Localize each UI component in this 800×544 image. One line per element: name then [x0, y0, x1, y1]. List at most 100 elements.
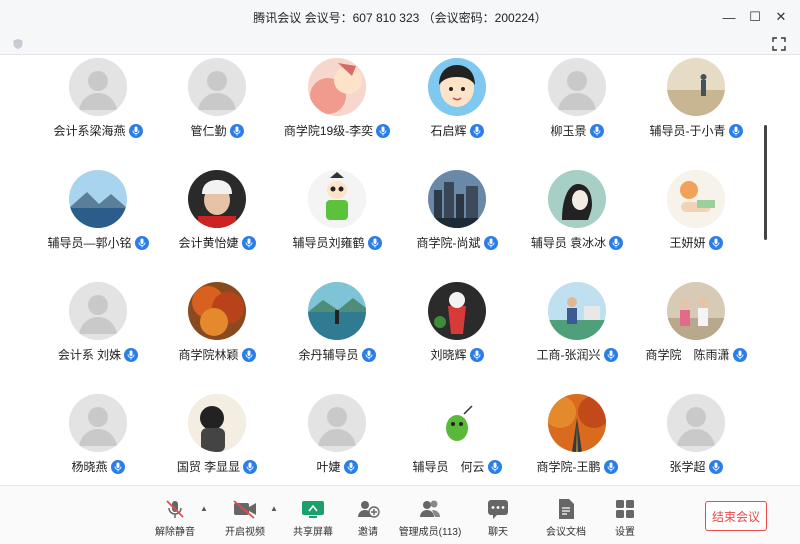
participant-avatar — [308, 394, 366, 452]
microphone-icon — [241, 235, 256, 250]
close-icon[interactable]: ✕ — [768, 4, 794, 30]
microphone-icon — [124, 347, 139, 362]
participant-tile[interactable]: 会计黄怡婕 — [162, 170, 272, 251]
participant-tile[interactable]: 会计系 刘姝 — [43, 282, 153, 363]
participant-name: 商学院-王鹏 — [536, 460, 601, 474]
participant-tile[interactable]: 张学超 — [641, 394, 751, 475]
participant-name: 辅导员-于小青 — [649, 124, 726, 138]
participant-tile[interactable]: 商学院-王鹏 — [522, 394, 632, 475]
participant-avatar — [428, 282, 486, 340]
participant-avatar — [188, 282, 246, 340]
participant-tile[interactable]: 王妍妍 — [641, 170, 751, 251]
participant-name: 王妍妍 — [669, 236, 706, 250]
participant-tile[interactable]: 柳玉景 — [522, 58, 632, 139]
participant-tile[interactable]: 商学院-尚斌 — [402, 170, 512, 251]
video-off-icon — [232, 498, 258, 520]
participant-name-row: 叶婕 — [282, 458, 392, 475]
participant-tile[interactable]: 辅导员刘雍鹤 — [282, 170, 392, 251]
participant-name-row: 刘晓辉 — [402, 346, 512, 363]
participant-name: 辅导员刘雍鹤 — [292, 236, 365, 250]
participant-tile[interactable]: 辅导员 何云 — [402, 394, 512, 475]
microphone-icon — [469, 123, 484, 138]
participant-name-row: 辅导员 袁冰冰 — [522, 234, 632, 251]
participant-tile[interactable]: 叶婕 — [282, 394, 392, 475]
participant-avatar — [428, 170, 486, 228]
meeting-documents-label: 会议文档 — [546, 527, 586, 538]
microphone-icon — [603, 459, 618, 474]
invite-button[interactable]: 邀请 — [333, 498, 403, 538]
scrollbar[interactable] — [764, 125, 767, 240]
microphone-icon — [343, 459, 358, 474]
manage-members-button[interactable]: 管理成员(113) — [395, 498, 465, 538]
document-icon — [553, 498, 579, 520]
participant-name-row: 张学超 — [641, 458, 751, 475]
microphone-icon — [708, 459, 723, 474]
participant-name: 工商-张润兴 — [536, 348, 601, 362]
participant-tile[interactable]: 商学院 陈雨潇 — [641, 282, 751, 363]
microphone-icon — [487, 459, 502, 474]
microphone-icon — [229, 123, 244, 138]
microphone-icon — [367, 235, 382, 250]
participant-tile[interactable]: 刘晓辉 — [402, 282, 512, 363]
participant-avatar — [548, 170, 606, 228]
participant-tile[interactable]: 杨晓燕 — [43, 394, 153, 475]
maximize-icon[interactable]: ☐ — [742, 4, 768, 30]
participant-name: 商学院林颖 — [178, 348, 239, 362]
participant-tile[interactable]: 工商-张润兴 — [522, 282, 632, 363]
start-video-label: 开启视频 — [225, 527, 265, 538]
participant-tile[interactable]: 商学院林颖 — [162, 282, 272, 363]
participant-name-row: 余丹辅导员 — [282, 346, 392, 363]
participant-name-row: 商学院 陈雨潇 — [641, 346, 751, 363]
microphone-icon — [361, 347, 376, 362]
participant-name: 辅导员 何云 — [412, 460, 485, 474]
participant-name-row: 工商-张润兴 — [522, 346, 632, 363]
participant-tile[interactable]: 辅导员 袁冰冰 — [522, 170, 632, 251]
participant-name-row: 辅导员 何云 — [402, 458, 512, 475]
participant-tile[interactable]: 国贸 李显显 — [162, 394, 272, 475]
audio-options-caret-icon[interactable]: ▲ — [200, 504, 208, 513]
participant-name-row: 商学院-尚斌 — [402, 234, 512, 251]
participant-name: 张学超 — [669, 460, 706, 474]
participant-tile[interactable]: 辅导员—郭小铭 — [43, 170, 153, 251]
participant-tile[interactable]: 石启辉 — [402, 58, 512, 139]
participant-name-row: 石启辉 — [402, 122, 512, 139]
share-screen-icon — [300, 498, 326, 520]
shield-icon[interactable] — [12, 38, 24, 50]
participant-avatar — [188, 394, 246, 452]
participant-name: 商学院-尚斌 — [416, 236, 481, 250]
participant-avatar — [428, 58, 486, 116]
participant-tile[interactable]: 余丹辅导员 — [282, 282, 392, 363]
microphone-icon — [243, 459, 258, 474]
participant-name: 石启辉 — [430, 124, 467, 138]
participant-avatar — [548, 58, 606, 116]
participant-name-row: 国贸 李显显 — [162, 458, 272, 475]
end-meeting-button[interactable]: 结束会议 — [705, 501, 767, 531]
participant-avatar — [188, 58, 246, 116]
microphone-icon — [110, 459, 125, 474]
window-title: 腾讯会议 会议号：607 810 323 （会议密码：200224） — [253, 10, 547, 25]
microphone-icon — [241, 347, 256, 362]
participant-avatar — [667, 394, 725, 452]
participant-name: 余丹辅导员 — [298, 348, 359, 362]
video-options-caret-icon[interactable]: ▲ — [270, 504, 278, 513]
chat-button[interactable]: 聊天 — [463, 498, 533, 538]
microphone-icon — [483, 235, 498, 250]
participant-tile[interactable]: 辅导员-于小青 — [641, 58, 751, 139]
participant-avatar — [667, 58, 725, 116]
participant-name-row: 商学院19级-李奕 — [282, 122, 392, 139]
microphone-icon — [376, 123, 391, 138]
participant-tile[interactable]: 会计系梁海燕 — [43, 58, 153, 139]
fullscreen-icon[interactable] — [772, 37, 786, 51]
participant-name: 国贸 李显显 — [176, 460, 241, 474]
settings-button[interactable]: 设置 — [590, 498, 660, 538]
participant-tile[interactable]: 管仁勤 — [162, 58, 272, 139]
participant-name: 刘晓辉 — [430, 348, 467, 362]
participant-tile[interactable]: 商学院19级-李奕 — [282, 58, 392, 139]
microphone-icon — [134, 235, 149, 250]
microphone-icon — [128, 123, 143, 138]
participant-name: 商学院 陈雨潇 — [645, 348, 730, 362]
microphone-icon — [732, 347, 747, 362]
minimize-icon[interactable]: — — [716, 4, 742, 30]
participant-name: 杨晓燕 — [71, 460, 108, 474]
manage-members-label: 管理成员(113) — [398, 527, 462, 538]
